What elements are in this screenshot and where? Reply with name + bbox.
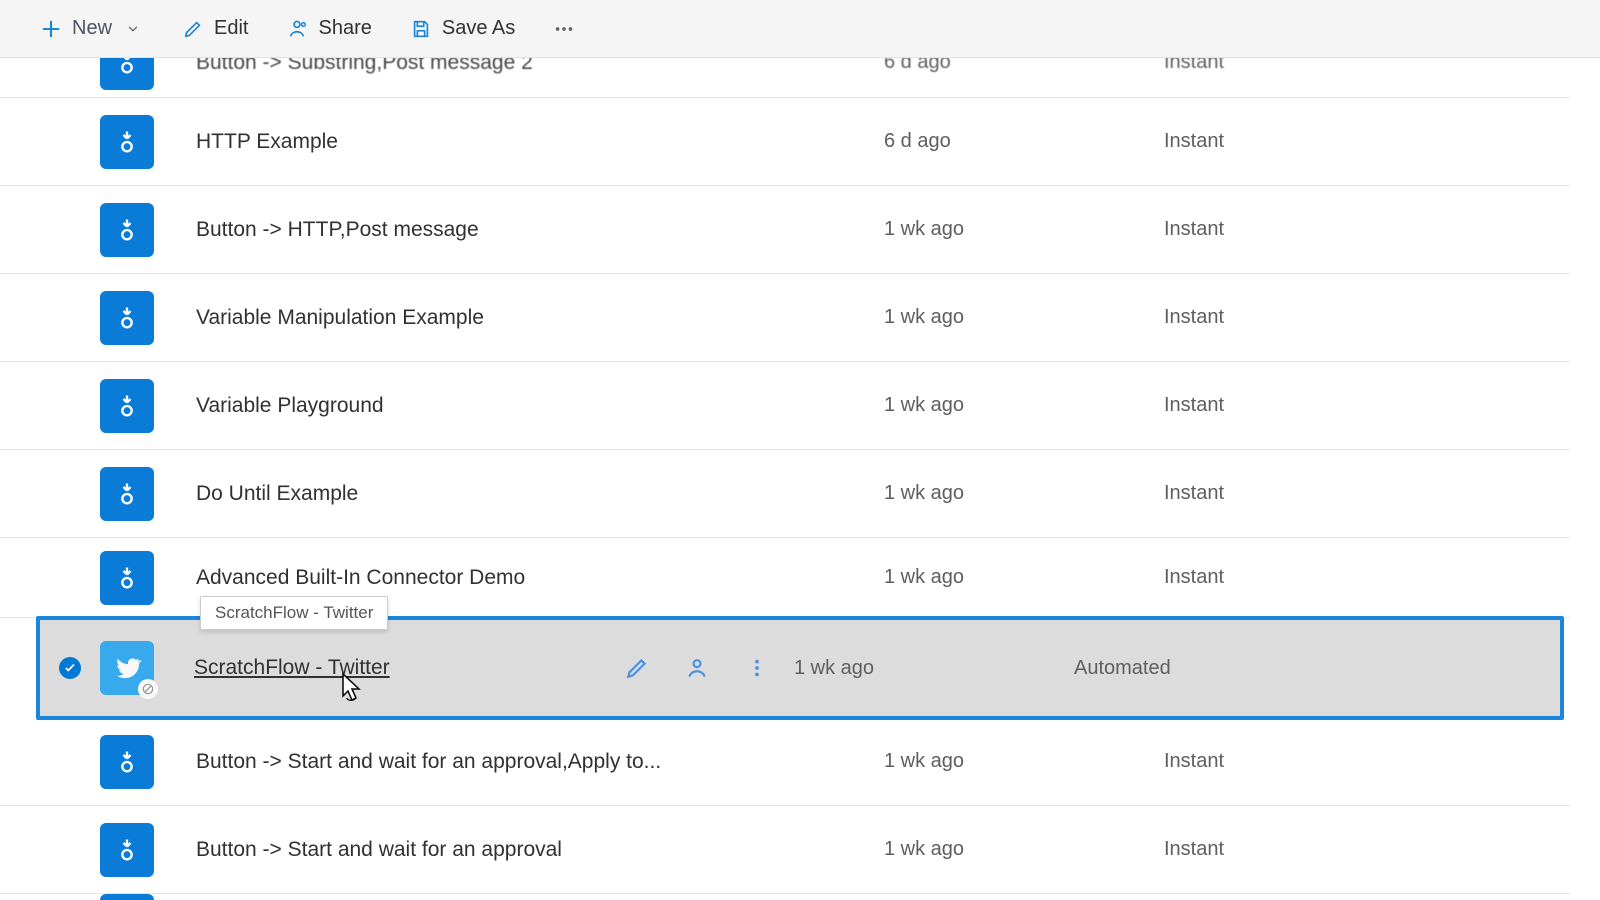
flow-type-icon: [100, 203, 154, 257]
edit-button[interactable]: Edit: [182, 17, 248, 40]
flow-modified: 1 wk ago: [884, 750, 1164, 773]
flow-title: Do Until Example: [196, 482, 714, 506]
flow-row[interactable]: Variable Manipulation Example 1 wk ago I…: [0, 274, 1570, 362]
flow-type-icon: [100, 467, 154, 521]
save-as-button[interactable]: Save As: [410, 17, 515, 40]
flow-modified: 6 d ago: [884, 58, 1164, 74]
checkmark-icon[interactable]: [59, 657, 81, 679]
pencil-icon: [182, 18, 204, 40]
flow-row-selected[interactable]: ScratchFlow - Twitter 1 wk ago Automated: [36, 616, 1564, 720]
new-label: New: [72, 17, 112, 40]
flow-type-icon: [100, 291, 154, 345]
share-button[interactable]: Share: [286, 17, 371, 40]
flow-row[interactable]: Variable Playground 1 wk ago Instant: [0, 362, 1570, 450]
flow-type: Instant: [1164, 394, 1324, 417]
flow-type: Automated: [1074, 657, 1234, 680]
flow-modified: 1 wk ago: [884, 482, 1164, 505]
flow-title-link[interactable]: ScratchFlow - Twitter: [194, 656, 624, 680]
flow-modified: 1 wk ago: [884, 566, 1164, 589]
flow-type-icon: [100, 735, 154, 789]
edit-row-icon[interactable]: [624, 655, 650, 681]
flow-row[interactable]: Advanced Built-In Connector Demo 1 wk ag…: [0, 538, 1570, 618]
plus-icon: [40, 18, 62, 40]
save-icon: [410, 18, 432, 40]
ellipsis-icon: [553, 18, 575, 40]
flow-modified: 1 wk ago: [794, 657, 1074, 680]
flow-type: Instant: [1164, 58, 1324, 74]
flow-type: Instant: [1164, 306, 1324, 329]
flow-type-icon: [100, 58, 154, 90]
flow-type-icon: [100, 115, 154, 169]
flow-row[interactable]: Do Until Example 1 wk ago Instant: [0, 450, 1570, 538]
more-row-icon[interactable]: [744, 655, 770, 681]
flow-title: HTTP Example: [196, 130, 714, 154]
chevron-down-icon: [122, 18, 144, 40]
flow-type: Instant: [1164, 130, 1324, 153]
flow-type-icon: [100, 823, 154, 877]
share-label: Share: [318, 17, 371, 40]
more-button[interactable]: [553, 18, 575, 40]
share-icon: [286, 18, 308, 40]
flow-type: Instant: [1164, 750, 1324, 773]
flow-modified: 1 wk ago: [884, 218, 1164, 241]
flow-type-icon: [100, 551, 154, 605]
flow-type: Instant: [1164, 838, 1324, 861]
disabled-icon: [138, 679, 158, 699]
twitter-icon: [100, 641, 154, 695]
flow-row[interactable]: Button -> HTTP,Post message 1 wk ago Ins…: [0, 186, 1570, 274]
flow-type: Instant: [1164, 218, 1324, 241]
flow-row[interactable]: [0, 894, 1570, 900]
flow-title: Button -> Start and wait for an approval: [196, 838, 714, 862]
flow-row[interactable]: Button -> Substring,Post message 2 6 d a…: [0, 58, 1570, 98]
flow-modified: 1 wk ago: [884, 306, 1164, 329]
share-row-icon[interactable]: [684, 655, 710, 681]
flow-type: Instant: [1164, 482, 1324, 505]
flow-row[interactable]: HTTP Example 6 d ago Instant: [0, 98, 1570, 186]
save-as-label: Save As: [442, 17, 515, 40]
flow-row[interactable]: Button -> Start and wait for an approval…: [0, 806, 1570, 894]
flow-modified: 1 wk ago: [884, 394, 1164, 417]
new-button[interactable]: New: [40, 17, 144, 40]
flow-type: Instant: [1164, 566, 1324, 589]
tooltip: ScratchFlow - Twitter: [200, 596, 388, 630]
flow-title: Variable Playground: [196, 394, 714, 418]
flow-title: Button -> Substring,Post message 2: [196, 58, 714, 75]
command-bar: New Edit Share Save As: [0, 0, 1600, 58]
flow-title: Advanced Built-In Connector Demo: [196, 566, 714, 590]
flow-list: Button -> Substring,Post message 2 6 d a…: [0, 58, 1600, 900]
flow-row[interactable]: Button -> Start and wait for an approval…: [0, 718, 1570, 806]
row-actions: [624, 655, 794, 681]
flow-type-icon: [100, 894, 154, 900]
flow-title: Variable Manipulation Example: [196, 306, 714, 330]
flow-modified: 6 d ago: [884, 130, 1164, 153]
flow-modified: 1 wk ago: [884, 838, 1164, 861]
flow-type-icon: [100, 379, 154, 433]
flow-title: Button -> Start and wait for an approval…: [196, 750, 714, 774]
flow-title: Button -> HTTP,Post message: [196, 218, 714, 242]
edit-label: Edit: [214, 17, 248, 40]
